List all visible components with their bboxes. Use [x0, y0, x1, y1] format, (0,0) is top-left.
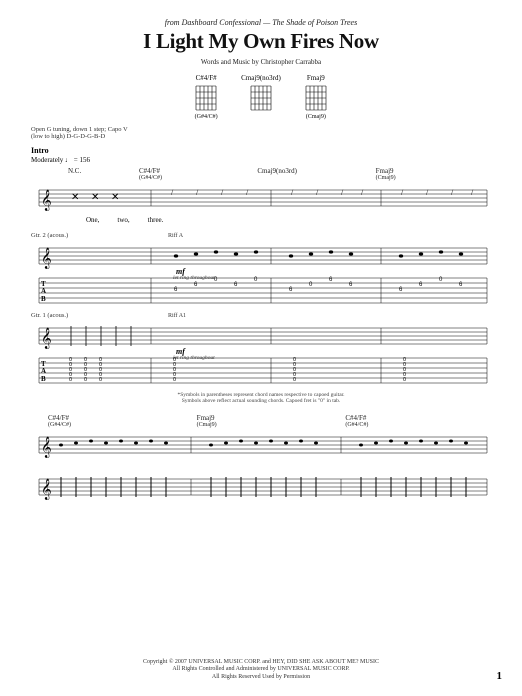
svg-text:✕: ✕: [71, 192, 79, 203]
svg-text:0: 0: [84, 377, 87, 383]
chord-diagram-row: C#4/F# (G#4/C#) Cmaj9(no3rd) Fmaj9 (Cmaj…: [28, 74, 494, 120]
count-in: One,two,three.: [28, 216, 494, 224]
svg-text:/: /: [221, 188, 224, 197]
svg-text:0: 0: [69, 377, 72, 383]
treble-staff: 𝄞 ✕ ✕ ✕ / / / / / / / / / / / /: [28, 182, 494, 216]
svg-text:✕: ✕: [111, 192, 119, 203]
gtr2-staff: Riff A mf let ring throughout 𝄞: [28, 240, 494, 274]
tuning-note: Open G tuning, down 1 step; Capo V (low …: [31, 126, 494, 140]
fretboard-icon: [303, 84, 329, 114]
svg-text:0: 0: [173, 377, 176, 383]
svg-text:𝄞: 𝄞: [41, 328, 52, 349]
svg-text:/: /: [196, 188, 199, 197]
svg-text:/: /: [401, 188, 404, 197]
source-line: from Dashboard Confessional — The Shade …: [28, 18, 494, 27]
song-title: I Light My Own Fires Now: [28, 29, 494, 54]
riff-a1-label: Riff A1: [168, 313, 186, 319]
svg-text:/: /: [361, 188, 364, 197]
chord-diagram: C#4/F# (G#4/C#): [193, 74, 219, 120]
guitar-1-label: Gtr. 1 (acous.): [31, 312, 494, 319]
fretboard-icon: [193, 84, 219, 114]
tempo-marking: Moderately ♩ = 156: [31, 156, 494, 164]
gtr1-staff: Riff A1 mf let ring throughout 𝄞: [28, 320, 494, 354]
chord-diagram: Cmaj9(no3rd): [241, 74, 281, 120]
riff-a-label: Riff A: [168, 233, 183, 239]
chord-diagram: Fmaj9 (Cmaj9): [303, 74, 329, 120]
system2-staff-a: 𝄞: [28, 429, 494, 463]
copyright-block: Copyright © 2007 UNIVERSAL MUSIC CORP. a…: [0, 659, 522, 682]
svg-text:𝄞: 𝄞: [41, 248, 52, 269]
svg-text:0: 0: [99, 377, 102, 383]
sheet-music-page: from Dashboard Confessional — The Shade …: [0, 0, 522, 696]
svg-text:0: 0: [293, 377, 296, 383]
gtr1-tab: TAB 00000 00000 00000 00000 00000 00000: [28, 356, 494, 384]
page-number: 1: [497, 670, 503, 682]
gtr1-system: Riff A1 mf let ring throughout 𝄞: [28, 320, 494, 384]
system2-staff-b: 𝄞: [28, 471, 494, 505]
svg-text:✕: ✕: [91, 192, 99, 203]
chord-symbols: N.C. C#4/F#(G#4/C#) Cmaj9(no3rd) Fmaj9(C…: [28, 167, 494, 181]
svg-text:A: A: [41, 367, 46, 375]
svg-text:0: 0: [403, 377, 406, 383]
capo-footnote: *Symbols in parentheses represent chord …: [28, 392, 494, 404]
svg-text:A: A: [41, 287, 46, 295]
svg-text:/: /: [171, 188, 174, 197]
guitar-2-label: Gtr. 2 (acous.): [31, 232, 494, 239]
svg-text:/: /: [471, 188, 474, 197]
svg-text:/: /: [426, 188, 429, 197]
gtr2-tab: TAB 66060 6066 6606: [28, 276, 494, 304]
svg-text:/: /: [246, 188, 249, 197]
gtr2-system: Riff A mf let ring throughout 𝄞 T: [28, 240, 494, 304]
section-label: Intro: [31, 146, 494, 155]
svg-text:/: /: [341, 188, 344, 197]
fretboard-icon: [248, 84, 274, 114]
svg-text:B: B: [41, 295, 46, 303]
svg-text:/: /: [291, 188, 294, 197]
svg-text:/: /: [451, 188, 454, 197]
byline: Words and Music by Christopher Carrabba: [28, 58, 494, 66]
svg-text:B: B: [41, 375, 46, 383]
svg-text:𝄞: 𝄞: [41, 190, 52, 211]
svg-text:𝄞: 𝄞: [41, 437, 52, 458]
svg-text:/: /: [316, 188, 319, 197]
notation-system-2: C#4/F#(G#4/C#) Fmaj9(Cmaj9) C#4/F#(G#4/C…: [28, 414, 494, 505]
chord-symbols-2: C#4/F#(G#4/C#) Fmaj9(Cmaj9) C#4/F#(G#4/C…: [28, 414, 494, 428]
svg-text:𝄞: 𝄞: [41, 479, 52, 500]
notation-system-1: N.C. C#4/F#(G#4/C#) Cmaj9(no3rd) Fmaj9(C…: [28, 167, 494, 224]
